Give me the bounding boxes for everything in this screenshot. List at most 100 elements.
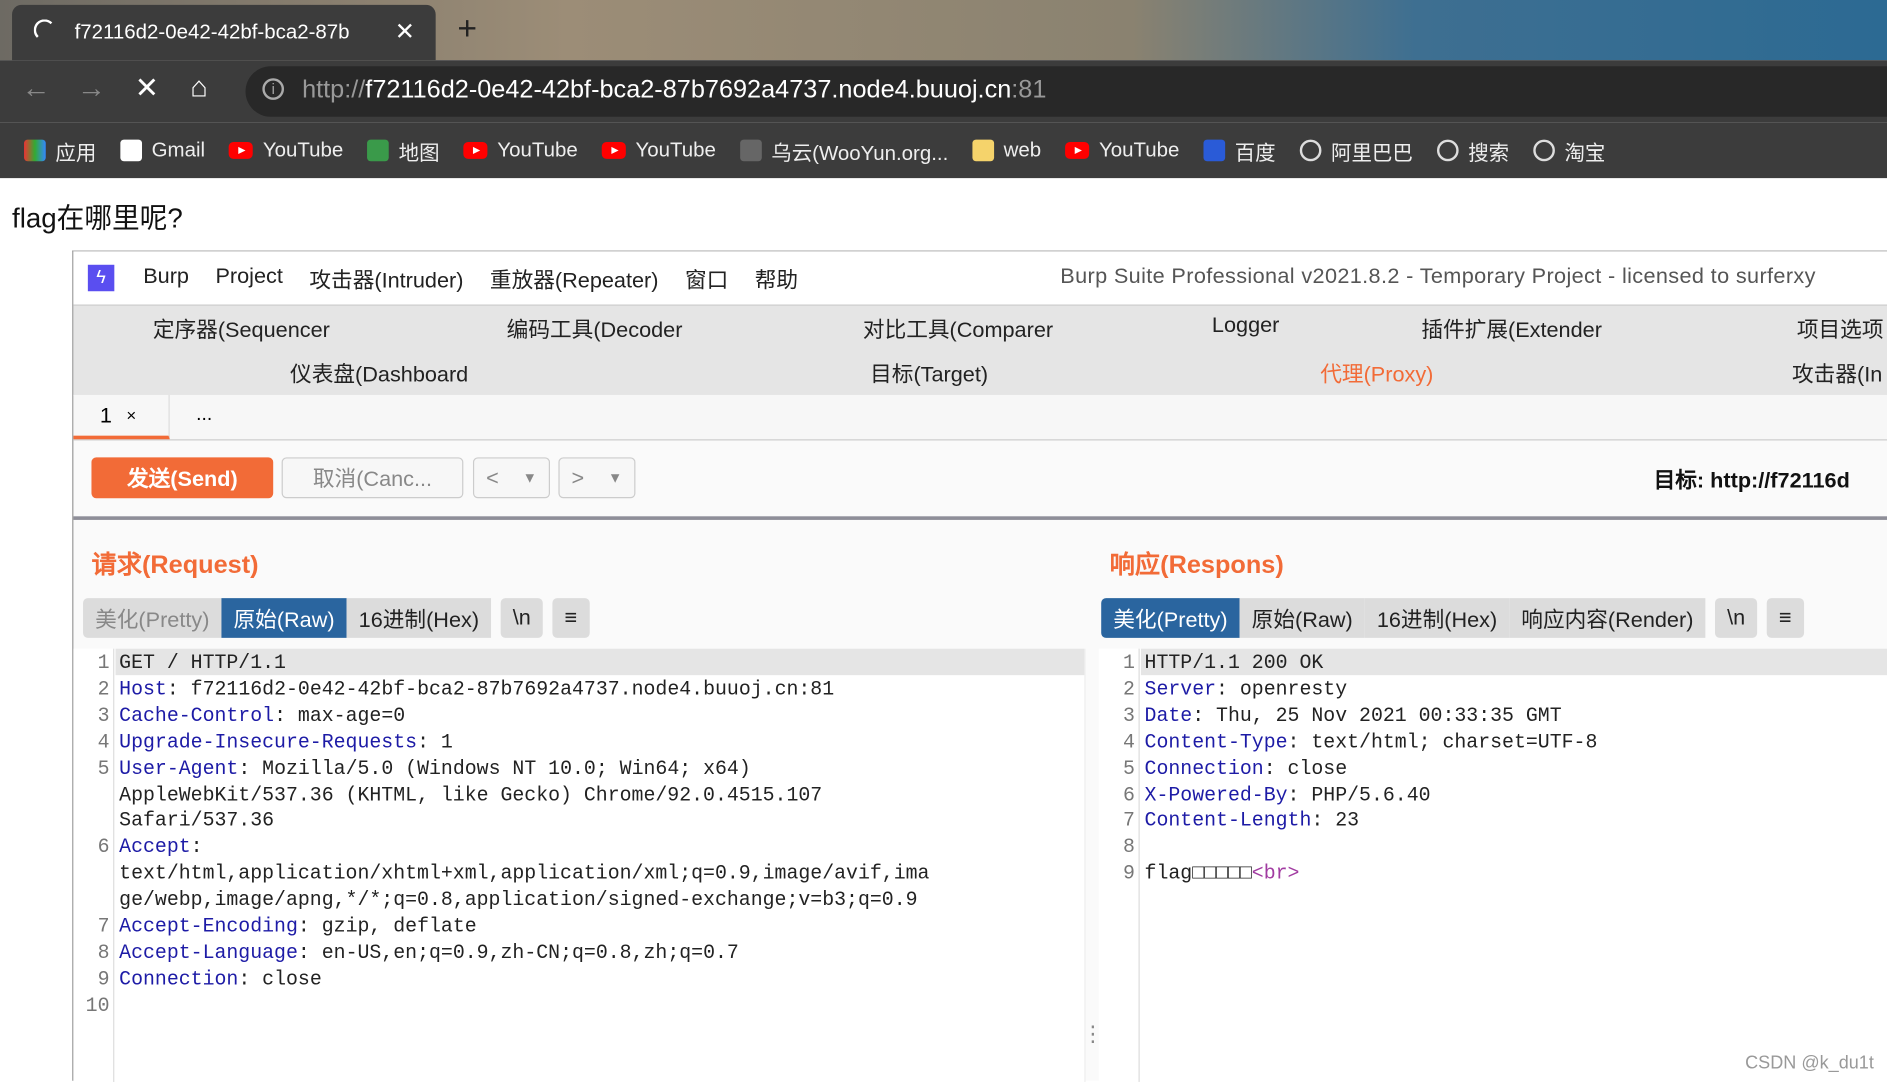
bookmark-item[interactable]: YouTube <box>601 138 716 162</box>
back-history-button[interactable]: < ▼ <box>472 457 550 499</box>
bookmark-item[interactable]: 应用 <box>24 135 96 165</box>
view-tab-2[interactable]: 16进制(Hex) <box>346 598 492 638</box>
nav-tab[interactable]: 对比工具(Comparer <box>863 313 1053 344</box>
globe-icon <box>1299 139 1322 162</box>
home-icon[interactable]: ⌂ <box>190 71 207 105</box>
bookmark-item[interactable]: 搜索 <box>1436 135 1510 165</box>
bookmark-label: YouTube <box>1098 138 1180 162</box>
menu-item[interactable]: 重放器(Repeater) <box>490 264 659 295</box>
bookmark-label: 地图 <box>398 141 440 165</box>
bookmark-item[interactable]: 淘宝 <box>1533 135 1605 165</box>
nav-tab[interactable]: 项目选项 <box>1797 313 1884 344</box>
code-line: Host: f72116d2-0e42-42bf-bca2-87b7692a47… <box>119 676 834 702</box>
globe-icon <box>1436 139 1459 162</box>
line-number: 3 <box>1122 703 1135 727</box>
line-number: 8 <box>97 941 110 964</box>
view-tab-4[interactable]: \n <box>1715 598 1758 638</box>
header-name: Content-Type <box>1144 730 1288 754</box>
loading-spinner-icon <box>33 19 56 41</box>
nav-tab[interactable]: 插件扩展(Extender <box>1421 313 1602 344</box>
close-tab-icon[interactable]: ✕ <box>395 17 415 47</box>
request-editor[interactable]: 1 GET / HTTP/1.1 2 Host: f72116d2-0e42-42bf… <box>73 648 1086 1082</box>
repeater-toolbar: 发送(Send) 取消(Canc... < ▼ > ▼ 目标: http://f72… <box>73 439 1887 520</box>
nav-tab[interactable]: 编码工具(Decoder <box>507 313 683 344</box>
menu-item[interactable]: 帮助 <box>755 264 798 295</box>
bookmark-item[interactable]: YouTube <box>229 138 343 162</box>
nav-tab[interactable]: Logger <box>1212 313 1279 338</box>
line-number: 1 <box>1122 651 1135 674</box>
header-value: : text/html; charset=UTF-8 <box>1287 730 1598 754</box>
header-name: Cache-Control <box>119 703 275 727</box>
dropdown-icon[interactable]: ▼ <box>523 469 537 486</box>
bookmark-item[interactable]: 乌云(WooYun.org... <box>739 135 949 165</box>
bookmark-label: 搜索 <box>1468 141 1510 165</box>
nav-tab[interactable]: 定序器(Sequencer <box>153 313 330 344</box>
header-value: : openresty <box>1216 677 1348 701</box>
line-number: 9 <box>97 967 110 991</box>
google-icon <box>120 139 143 162</box>
menu-item[interactable]: 窗口 <box>685 264 728 295</box>
line-number: 5 <box>1122 756 1135 780</box>
view-tab-0[interactable]: 美化(Pretty) <box>1101 598 1240 638</box>
menu-item[interactable]: 攻击器(Intruder) <box>309 264 463 295</box>
bookmark-item[interactable]: web <box>972 138 1041 162</box>
view-tab-2[interactable]: 16进制(Hex) <box>1364 598 1510 638</box>
stop-icon[interactable]: ✕ <box>135 71 159 106</box>
bookmark-item[interactable]: 百度 <box>1203 135 1276 165</box>
folder-icon <box>972 139 995 162</box>
maps-icon <box>367 139 389 162</box>
code-line: Content-Length: 23 <box>1145 808 1360 834</box>
bookmark-item[interactable]: 阿里巴巴 <box>1299 135 1413 165</box>
forward-icon[interactable]: → <box>77 72 106 106</box>
browser-tab[interactable]: f72116d2-0e42-42bf-bca2-87b ✕ <box>12 4 436 61</box>
dropdown-icon[interactable]: ▼ <box>608 469 622 486</box>
menu-icon[interactable]: ≡ <box>1766 598 1804 638</box>
new-repeater-tab[interactable]: ... <box>196 404 212 426</box>
back-icon[interactable]: ← <box>22 72 51 106</box>
globe-icon <box>1533 139 1555 162</box>
menu-item[interactable]: Burp <box>143 264 189 295</box>
youtube-icon <box>1065 142 1090 159</box>
repeater-tab-1[interactable]: 1 × <box>73 394 170 440</box>
bookmark-label: 乌云(WooYun.org... <box>771 141 949 165</box>
header-value: : Mozilla/5.0 (Windows NT 10.0; Win64; x… <box>238 756 751 780</box>
forward-history-button[interactable]: > ▼ <box>558 457 636 499</box>
code-line: Accept: <box>119 834 202 860</box>
nav-tab[interactable]: 目标(Target) <box>870 357 988 388</box>
watermark: CSDN @k_du1t <box>1745 1053 1874 1074</box>
nav-tab[interactable]: 代理(Proxy) <box>1320 357 1433 388</box>
close-tab-icon[interactable]: × <box>126 406 136 425</box>
address-bar[interactable]: i http://f72116d2-0e42-42bf-bca2-87b7692… <box>245 66 1887 117</box>
header-value: ge/webp,image/apng,*/*;q=0.8,application… <box>119 888 918 912</box>
bookmark-label: web <box>1003 138 1042 162</box>
bookmark-item[interactable]: Gmail <box>120 138 205 162</box>
header-name: Content-Length <box>1144 809 1312 833</box>
target-label[interactable]: 目标: http://f72116d <box>1654 463 1850 494</box>
cancel-button[interactable]: 取消(Canc... <box>281 457 464 499</box>
menu-item[interactable]: Project <box>215 264 282 295</box>
view-tab-0[interactable]: 美化(Pretty) <box>83 598 222 638</box>
info-icon[interactable]: i <box>262 78 285 100</box>
menu-icon[interactable]: ≡ <box>552 598 590 638</box>
view-tab-1[interactable]: 原始(Raw) <box>1239 598 1365 638</box>
nav-tab[interactable]: 仪表盘(Dashboard <box>290 357 468 388</box>
line-number: 7 <box>1122 809 1135 833</box>
bookmark-label: YouTube <box>262 138 344 162</box>
bookmark-item[interactable]: YouTube <box>1065 138 1179 162</box>
new-tab-button[interactable]: + <box>457 10 477 49</box>
view-tab-1[interactable]: 原始(Raw) <box>221 598 347 638</box>
line-number: 4 <box>1122 730 1135 754</box>
burp-logo-icon: ϟ <box>87 264 115 292</box>
header-name: User-Agent <box>119 756 239 780</box>
header-name: Connection <box>119 967 239 991</box>
header-value: : Thu, 25 Nov 2021 00:33:35 GMT <box>1192 703 1562 727</box>
header-value: : close <box>238 967 322 991</box>
send-button[interactable]: 发送(Send) <box>91 457 274 499</box>
bookmark-item[interactable]: YouTube <box>463 138 578 162</box>
view-tab-3[interactable]: \n <box>500 598 543 638</box>
nav-tab[interactable]: 攻击器(In <box>1792 357 1882 388</box>
bookmark-item[interactable]: 地图 <box>367 135 440 165</box>
response-editor[interactable]: 1 HTTP/1.1 200 OK 2 Server: openresty 3 Date:… <box>1098 648 1887 1082</box>
view-tab-3[interactable]: 响应内容(Render) <box>1509 598 1706 638</box>
line-number: 8 <box>1122 835 1135 859</box>
